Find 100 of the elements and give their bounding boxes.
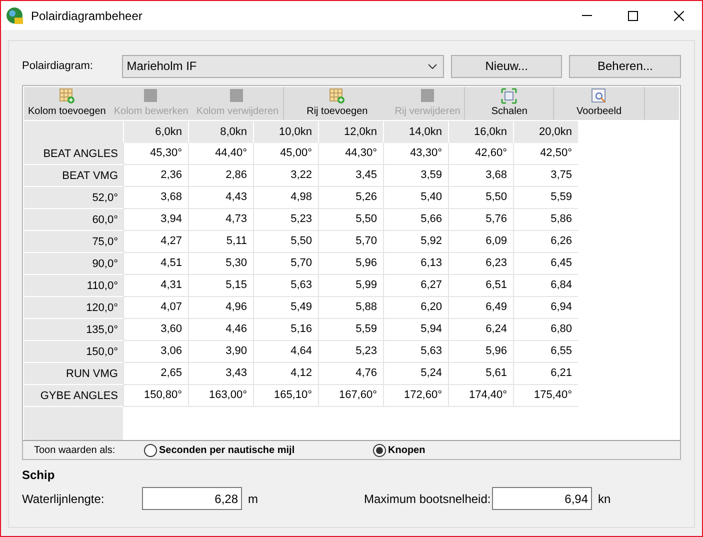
table-cell: 5,96	[448, 341, 513, 363]
radio-option[interactable]: Knopen	[373, 442, 426, 458]
table-cell: 6,94	[513, 297, 578, 319]
table-cell: 5,11	[188, 231, 253, 253]
unit-label: kn	[598, 490, 611, 508]
table-cell: 3,59	[383, 165, 448, 187]
radio-button[interactable]	[144, 444, 157, 456]
table-cell: 5,99	[318, 275, 383, 297]
table-cell: 3,68	[123, 187, 188, 209]
toolbar-button[interactable]: Voorbeeld	[554, 87, 644, 120]
row-header[interactable]: 110,0°	[24, 275, 123, 297]
row-header[interactable]: 135,0°	[24, 319, 123, 341]
table-cell: 5,50	[318, 209, 383, 231]
ship-heading: Schip	[22, 467, 56, 484]
table-cell: 5,63	[253, 275, 318, 297]
table-cell: 5,70	[318, 231, 383, 253]
table-cell: 3,06	[123, 341, 188, 363]
table-cell: 6,55	[513, 341, 578, 363]
table-cell: 5,88	[318, 297, 383, 319]
table-cell: 6,26	[513, 231, 578, 253]
table-cell: 4,31	[123, 275, 188, 297]
table-cell: 6,23	[448, 253, 513, 275]
row-header[interactable]: GYBE ANGLES	[24, 385, 123, 407]
table-cell: 6,49	[448, 297, 513, 319]
column-header[interactable]: 14,0kn	[383, 121, 448, 143]
row-header[interactable]: 60,0°	[24, 209, 123, 231]
table-cell: 6,20	[383, 297, 448, 319]
table-cell: 6,45	[513, 253, 578, 275]
table-cell: 6,24	[448, 319, 513, 341]
table-cell: 4,76	[318, 363, 383, 385]
table-cell: 5,96	[318, 253, 383, 275]
table-cell: 163,00°	[188, 385, 253, 407]
table-cell: 3,22	[253, 165, 318, 187]
table-cell: 2,36	[123, 165, 188, 187]
column-header[interactable]: 12,0kn	[318, 121, 383, 143]
table-cell: 5,50	[253, 231, 318, 253]
column-header[interactable]: 20,0kn	[513, 121, 578, 143]
table-cell: 4,27	[123, 231, 188, 253]
toolbar-button[interactable]: Kolom toevoegen	[24, 87, 110, 120]
unit-label: m	[248, 490, 258, 508]
row-header[interactable]: 120,0°	[24, 297, 123, 319]
table-cell: 45,00°	[253, 143, 318, 165]
table-cell: 5,86	[513, 209, 578, 231]
table-cell: 5,59	[513, 187, 578, 209]
table-cell: 2,65	[123, 363, 188, 385]
row-header[interactable]: BEAT VMG	[24, 165, 123, 187]
table-cell: 42,60°	[448, 143, 513, 165]
table-cell: 2,86	[188, 165, 253, 187]
row-header[interactable]: BEAT ANGLES	[24, 143, 123, 165]
table-cell: 172,60°	[383, 385, 448, 407]
table-cell: 5,94	[383, 319, 448, 341]
table-cell: 4,51	[123, 253, 188, 275]
table-cell: 5,92	[383, 231, 448, 253]
table-cell: 5,66	[383, 209, 448, 231]
row-header[interactable]: 75,0°	[24, 231, 123, 253]
number-field[interactable]: 6,94	[492, 487, 592, 510]
chevron-down-icon	[428, 64, 437, 68]
toolbar-button[interactable]: Rij toevoegen	[284, 87, 391, 120]
radio-button[interactable]	[373, 444, 386, 456]
row-header[interactable]: RUN VMG	[24, 363, 123, 385]
toolbar-button[interactable]: Schalen	[465, 87, 554, 120]
resize-icon	[501, 88, 518, 104]
row-header[interactable]: 90,0°	[24, 253, 123, 275]
polar-diagram-label: Polairdiagram:	[22, 58, 94, 74]
window-title: Polairdiagrambeheer	[31, 8, 142, 24]
column-header[interactable]: 16,0kn	[448, 121, 513, 143]
table-cell: 6,21	[513, 363, 578, 385]
table-cell: 5,50	[448, 187, 513, 209]
table-cell: 5,70	[253, 253, 318, 275]
table-cell: 5,26	[318, 187, 383, 209]
polar-diagram-dropdown[interactable]: Marieholm IF	[122, 54, 444, 78]
table-add-icon	[58, 88, 75, 104]
radio-option[interactable]: Seconden per nautische mijl	[144, 442, 373, 458]
table-cell: 4,07	[123, 297, 188, 319]
table-cell: 4,43	[188, 187, 253, 209]
column-header[interactable]: 8,0kn	[188, 121, 253, 143]
table-cell: 3,94	[123, 209, 188, 231]
column-header[interactable]: 6,0kn	[123, 121, 188, 143]
table-cell: 5,63	[383, 341, 448, 363]
table-cell: 42,50°	[513, 143, 578, 165]
dialog-button[interactable]: Beheren...	[569, 54, 681, 78]
table-cell: 5,76	[448, 209, 513, 231]
table-cell: 4,98	[253, 187, 318, 209]
close-icon	[674, 10, 684, 20]
dialog-button[interactable]: Nieuw...	[450, 54, 562, 78]
table-cell: 6,80	[513, 319, 578, 341]
column-header[interactable]: 10,0kn	[253, 121, 318, 143]
table-add-icon	[329, 88, 346, 104]
table-cell: 6,84	[513, 275, 578, 297]
row-header[interactable]: 150,0°	[24, 341, 123, 363]
table-cell: 167,60°	[318, 385, 383, 407]
table-cell: 4,12	[253, 363, 318, 385]
minimize-icon	[582, 15, 592, 16]
row-header[interactable]: 52,0°	[24, 187, 123, 209]
table-cell: 44,40°	[188, 143, 253, 165]
table-cell: 3,60	[123, 319, 188, 341]
table-cell: 175,40°	[513, 385, 578, 407]
table-cell: 4,46	[188, 319, 253, 341]
number-field[interactable]: 6,28	[142, 487, 242, 510]
table-cell: 6,09	[448, 231, 513, 253]
